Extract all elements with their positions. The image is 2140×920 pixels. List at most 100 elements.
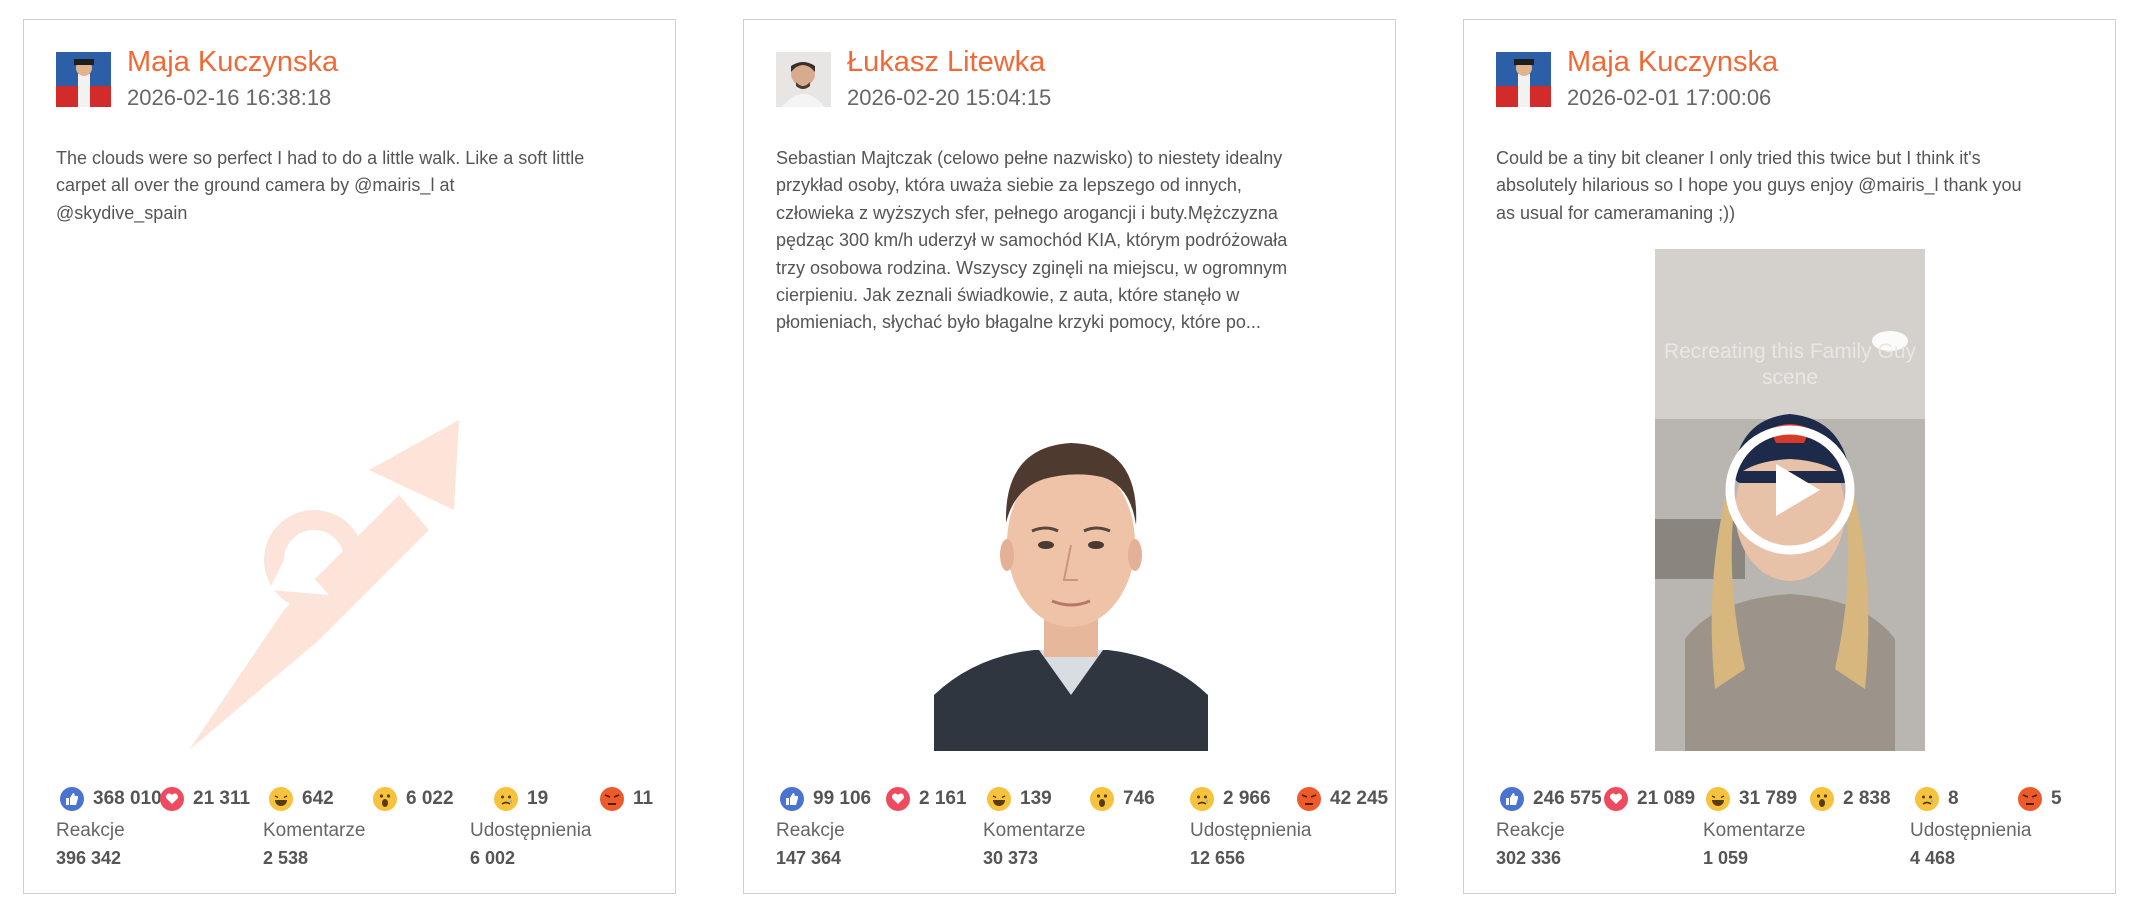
wow-count: 2 838 (1843, 788, 1891, 809)
reaction-wow[interactable]: 6 022 (373, 784, 454, 814)
portrait-photo[interactable] (934, 395, 1208, 751)
reaction-love[interactable]: 2 161 (886, 784, 967, 814)
sad-face-icon (1190, 787, 1214, 811)
stat-label: Reakcje (56, 820, 125, 841)
post-text: Could be a tiny bit cleaner I only tried… (1496, 148, 2022, 223)
avatar[interactable] (1496, 52, 1551, 107)
heart-icon (160, 787, 184, 811)
sad-face-icon (494, 787, 518, 811)
love-count: 21 089 (1637, 788, 1696, 809)
play-icon[interactable] (1724, 424, 1856, 556)
reactions-bar: 368 010 21 311 642 6 022 19 11 (60, 784, 660, 814)
heart-icon (886, 787, 910, 811)
stat-value: 147 364 (776, 848, 842, 868)
stat-label: Udostępnienia (470, 820, 592, 841)
stat-value: 396 342 (56, 848, 122, 868)
laughing-face-icon (269, 787, 293, 811)
post-text: Sebastian Majtczak (celowo pełne nazwisk… (776, 148, 1288, 333)
angry-count: 11 (633, 788, 654, 809)
haha-count: 139 (1020, 788, 1052, 809)
haha-count: 642 (302, 788, 334, 809)
laughing-face-icon (1706, 787, 1730, 811)
reaction-haha[interactable]: 139 (987, 784, 1052, 814)
author-name[interactable]: Maja Kuczynska (127, 46, 338, 79)
post-card: Maja Kuczynska 2026-02-16 16:38:18 The c… (23, 19, 676, 894)
like-count: 246 575 (1533, 788, 1602, 809)
stat-label: Udostępnienia (1910, 820, 2032, 841)
surprised-face-icon (1090, 787, 1114, 811)
post-date: 2026-02-20 15:04:15 (847, 85, 1052, 110)
stat-comments: Komentarze 30 373 (983, 820, 1085, 869)
sad-count: 2 966 (1223, 788, 1271, 809)
sad-face-icon (1915, 787, 1939, 811)
reaction-angry[interactable]: 11 (600, 784, 653, 814)
stat-label: Reakcje (776, 820, 845, 841)
stat-reactions: Reakcje 396 342 (56, 820, 125, 869)
stat-shares: Udostępnienia 4 468 (1910, 820, 2031, 869)
reaction-love[interactable]: 21 311 (160, 784, 250, 814)
reaction-wow[interactable]: 2 838 (1810, 784, 1891, 814)
stat-comments: Komentarze 2 538 (263, 820, 365, 869)
laughing-face-icon (987, 787, 1011, 811)
avatar[interactable] (56, 52, 111, 107)
stat-shares: Udostępnienia 6 002 (470, 820, 591, 869)
love-count: 2 161 (919, 788, 967, 809)
post-text: The clouds were so perfect I had to do a… (56, 148, 585, 223)
stat-value: 1 059 (1703, 848, 1749, 868)
like-icon (60, 787, 84, 811)
reaction-like[interactable]: 246 575 (1500, 784, 1602, 814)
like-icon (780, 787, 804, 811)
video-overlay-caption: Recreating this Family Guy scene (1663, 340, 1917, 389)
angry-count: 5 (2051, 788, 2062, 809)
reaction-haha[interactable]: 642 (269, 784, 334, 814)
heart-icon (1604, 787, 1628, 811)
sad-count: 8 (1948, 788, 1959, 809)
reaction-angry[interactable]: 5 (2018, 784, 2062, 814)
avatar[interactable] (776, 52, 831, 107)
stat-value: 12 656 (1190, 848, 1246, 868)
stat-label: Komentarze (983, 820, 1086, 841)
stat-value: 30 373 (983, 848, 1039, 868)
post-date: 2026-02-01 17:00:06 (1567, 85, 1772, 110)
reaction-like[interactable]: 368 010 (60, 784, 162, 814)
like-icon (1500, 787, 1524, 811)
angry-face-icon (1297, 787, 1321, 811)
stat-comments: Komentarze 1 059 (1703, 820, 1805, 869)
reaction-sad[interactable]: 2 966 (1190, 784, 1271, 814)
stat-label: Udostępnienia (1190, 820, 1312, 841)
stat-value: 4 468 (1910, 848, 1956, 868)
stat-reactions: Reakcje 302 336 (1496, 820, 1565, 869)
reaction-haha[interactable]: 31 789 (1706, 784, 1797, 814)
reaction-like[interactable]: 99 106 (780, 784, 871, 814)
author-name[interactable]: Maja Kuczynska (1567, 46, 1778, 79)
reactions-bar: 99 106 2 161 139 746 2 966 42 245 (780, 784, 1388, 814)
reaction-love[interactable]: 21 089 (1604, 784, 1695, 814)
placeholder-logo (189, 400, 539, 750)
like-count: 368 010 (93, 788, 162, 809)
angry-face-icon (600, 787, 624, 811)
stat-value: 302 336 (1496, 848, 1562, 868)
haha-count: 31 789 (1739, 788, 1798, 809)
stat-value: 2 538 (263, 848, 309, 868)
stat-label: Reakcje (1496, 820, 1565, 841)
love-count: 21 311 (193, 788, 251, 809)
author-name[interactable]: Łukasz Litewka (847, 46, 1045, 79)
reactions-bar: 246 575 21 089 31 789 2 838 8 5 (1500, 784, 2100, 814)
surprised-face-icon (1810, 787, 1834, 811)
sad-count: 19 (527, 788, 549, 809)
reaction-angry[interactable]: 42 245 (1297, 784, 1388, 814)
like-count: 99 106 (813, 788, 872, 809)
angry-count: 42 245 (1330, 788, 1389, 809)
stat-label: Komentarze (1703, 820, 1806, 841)
post-card: Łukasz Litewka 2026-02-20 15:04:15 Sebas… (743, 19, 1396, 894)
reaction-wow[interactable]: 746 (1090, 784, 1155, 814)
stat-label: Komentarze (263, 820, 366, 841)
reaction-sad[interactable]: 8 (1915, 784, 1959, 814)
video-thumbnail[interactable]: Recreating this Family Guy scene (1655, 249, 1925, 751)
stat-shares: Udostępnienia 12 656 (1190, 820, 1311, 869)
stat-value: 6 002 (470, 848, 516, 868)
wow-count: 746 (1123, 788, 1155, 809)
stat-reactions: Reakcje 147 364 (776, 820, 845, 869)
wow-count: 6 022 (406, 788, 454, 809)
reaction-sad[interactable]: 19 (494, 784, 548, 814)
